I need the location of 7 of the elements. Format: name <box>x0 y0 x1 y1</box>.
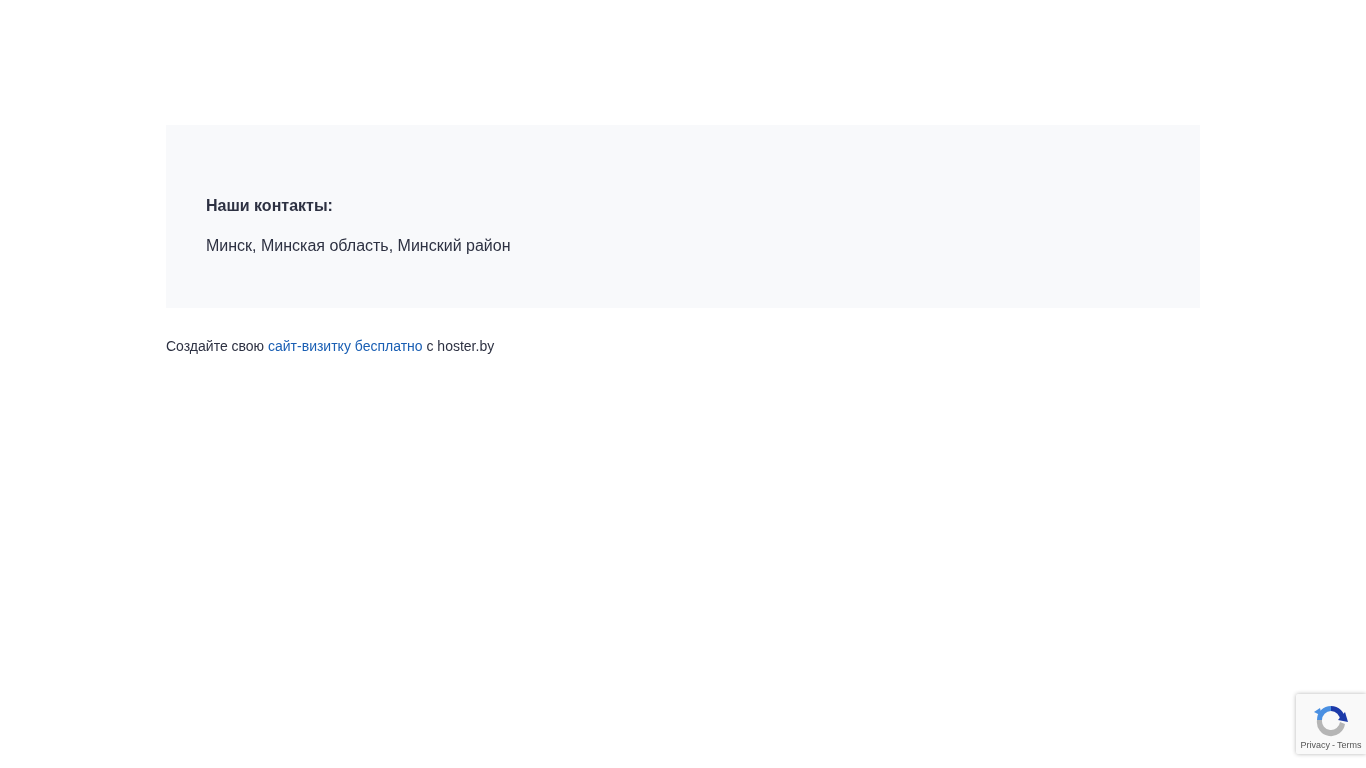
privacy-link[interactable]: Privacy <box>1300 740 1330 750</box>
terms-link[interactable]: Terms <box>1337 740 1362 750</box>
address-text: Минск, Минская область, Минский район <box>206 236 512 256</box>
contacts-heading: Наши контакты: <box>206 196 333 216</box>
separator-text: - <box>1332 740 1335 750</box>
website-link[interactable]: сайт-визитку бесплатно <box>268 338 423 354</box>
footer-text: Создайте свою сайт-визитку бесплатно с hoster.by <box>166 337 495 355</box>
